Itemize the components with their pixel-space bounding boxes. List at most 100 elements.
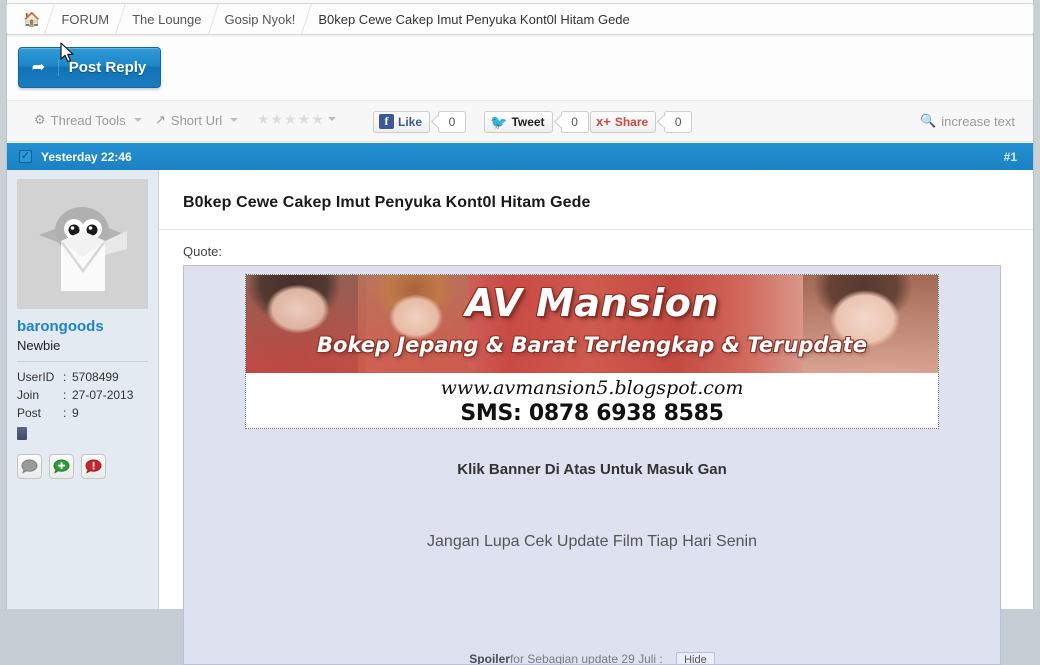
- page-title: B0kep Cewe Cakep Imut Penyuka Kont0l Hit…: [183, 194, 591, 211]
- thread-tools-menu[interactable]: ⚙ Thread Tools: [34, 112, 142, 128]
- twitter-count-bubble: 0: [560, 110, 589, 133]
- twitter-tweet-count: 0: [560, 110, 589, 133]
- post-reply-button[interactable]: ➦ Post Reply: [18, 47, 161, 88]
- stat-value: 27-07-2013: [72, 388, 134, 402]
- user-rank: Newbie: [17, 338, 61, 353]
- rating-star-icon[interactable]: ★: [257, 112, 270, 126]
- stat-value: 5708499: [72, 370, 119, 384]
- user-stats: UserID : 5708499 Join : 27-07-2013 Post …: [17, 368, 148, 422]
- banner-subtitle: Bokep Jepang & Barat Terlengkap & Terupd…: [317, 333, 867, 357]
- breadcrumb-item-gosip-nyok[interactable]: Gosip Nyok!: [215, 4, 306, 34]
- short-url-label: Short Url: [170, 112, 223, 128]
- user-info-panel: barongoods Newbie UserID : 5708499 Join …: [7, 170, 159, 609]
- twitter-tweet-button[interactable]: 🐦 Tweet: [484, 110, 553, 133]
- spoiler-label: Spoiler: [469, 652, 510, 665]
- googleplus-icon: x+: [596, 114, 611, 129]
- thread-action-bar: ➦ Post Reply: [7, 37, 1033, 101]
- rating-star-icon[interactable]: ★: [284, 112, 297, 126]
- av-mansion-banner-link[interactable]: AV Mansion Bokep Jepang & Barat Terlengk…: [245, 274, 939, 429]
- chevron-down-icon: [230, 118, 239, 122]
- rating-star-icon[interactable]: ★: [311, 112, 324, 126]
- divider: [17, 361, 148, 362]
- user-stat-userid: UserID : 5708499: [17, 368, 148, 386]
- breadcrumb-label: The Lounge: [132, 11, 202, 27]
- home-icon: 🏠: [23, 11, 41, 27]
- twitter-tweet-label: Tweet: [511, 114, 545, 129]
- banner-sms: SMS: 0878 6938 8585: [460, 401, 724, 426]
- breadcrumb-label: FORUM: [61, 11, 110, 27]
- chevron-down-icon: [133, 118, 142, 122]
- facebook-like-count: 0: [438, 110, 467, 133]
- banner-url: www.avmansion5.blogspot.com: [440, 377, 744, 399]
- magnifier-icon: 🔍: [920, 113, 937, 128]
- stat-separator: :: [63, 406, 67, 420]
- breadcrumb: 🏠 FORUM The Lounge Gosip Nyok! B0kep Cew…: [6, 3, 1034, 35]
- spoiler-hide-button[interactable]: Hide: [676, 652, 715, 664]
- breadcrumb-label: B0kep Cewe Cakep Imut Penyuka Kont0l Hit…: [318, 11, 630, 27]
- increase-text-label: increase text: [941, 113, 1015, 129]
- add-reputation-icon: [53, 459, 70, 474]
- facebook-like-label: Like: [398, 114, 423, 129]
- report-post-button[interactable]: [81, 454, 106, 479]
- page-root: 🏠 FORUM The Lounge Gosip Nyok! B0kep Cew…: [0, 0, 1040, 665]
- facebook-icon: f: [379, 114, 394, 129]
- chevron-down-icon[interactable]: [327, 117, 336, 121]
- reply-arrow-icon: ➦: [19, 59, 59, 76]
- quote-label: Quote:: [183, 244, 223, 259]
- facebook-like-widget: f Like 0: [373, 110, 467, 133]
- googleplus-share-button[interactable]: x+ Share: [590, 110, 657, 133]
- banner-title: AV Mansion: [465, 281, 719, 325]
- checkbox-checked-icon[interactable]: ✓: [19, 150, 32, 163]
- twitter-bird-icon: 🐦: [490, 113, 508, 130]
- user-offline-status-button[interactable]: [17, 454, 42, 479]
- quote-block: AV Mansion Bokep Jepang & Barat Terlengk…: [183, 265, 1001, 665]
- stat-value: 9: [72, 406, 79, 420]
- thread-tools-bar: ⚙ Thread Tools ↗ Short Url ★ ★ ★ ★ ★ f L…: [7, 101, 1033, 142]
- rating-star-icon[interactable]: ★: [271, 112, 284, 126]
- breadcrumb-item-forum[interactable]: FORUM: [51, 4, 119, 34]
- facebook-count-bubble: 0: [438, 110, 467, 133]
- breadcrumb-item-the-lounge[interactable]: The Lounge: [122, 4, 211, 34]
- post-body: barongoods Newbie UserID : 5708499 Join …: [7, 170, 1033, 665]
- twitter-tweet-widget: 🐦 Tweet 0: [484, 110, 589, 133]
- post-content: B0kep Cewe Cakep Imut Penyuka Kont0l Hit…: [159, 170, 1033, 665]
- post-line-klik-banner: Klik Banner Di Atas Untuk Masuk Gan: [457, 461, 727, 478]
- rating-star-icon[interactable]: ★: [298, 112, 311, 126]
- facebook-like-button[interactable]: f Like: [373, 110, 431, 133]
- post-timestamp: Yesterday 22:46: [41, 149, 132, 164]
- stat-key: Join: [17, 388, 40, 402]
- avatar[interactable]: [17, 179, 148, 309]
- googleplus-share-count: 0: [664, 110, 693, 133]
- external-link-icon: ↗: [155, 112, 166, 127]
- breadcrumb-label: Gosip Nyok!: [224, 11, 296, 27]
- banner-footer: www.avmansion5.blogspot.com SMS: 0878 69…: [246, 373, 938, 428]
- googleplus-count-bubble: 0: [664, 110, 693, 133]
- short-url-menu[interactable]: ↗ Short Url: [155, 112, 239, 128]
- increase-text-button[interactable]: 🔍 increase text: [920, 113, 1015, 129]
- breadcrumb-home[interactable]: 🏠: [15, 4, 48, 34]
- username-link[interactable]: barongoods: [17, 318, 148, 335]
- breadcrumb-item-current-thread: B0kep Cewe Cakep Imut Penyuka Kont0l Hit…: [308, 4, 639, 34]
- stat-key: Post: [17, 406, 42, 420]
- report-post-icon: [85, 459, 102, 474]
- googleplus-share-widget: x+ Share 0: [590, 110, 693, 133]
- post-reply-label: Post Reply: [68, 59, 147, 76]
- stat-separator: :: [63, 370, 67, 384]
- thread-tools-label: Thread Tools: [50, 112, 126, 128]
- thread-rating[interactable]: ★ ★ ★ ★ ★: [257, 112, 336, 126]
- post-header-bar: ✓ Yesterday 22:46 #1: [7, 143, 1033, 170]
- stat-key: UserID: [17, 370, 55, 384]
- gear-icon: ⚙: [34, 112, 46, 127]
- divider: [159, 229, 1033, 230]
- spoiler-row: Spoilerfor Sebagian update 29 Juli : Hid…: [184, 652, 1000, 665]
- post-line-update-info: Jangan Lupa Cek Update Film Tiap Hari Se…: [427, 533, 757, 550]
- user-action-buttons: [17, 454, 148, 479]
- googleplus-share-label: Share: [614, 114, 649, 129]
- stat-separator: :: [63, 388, 67, 402]
- user-stat-join: Join : 27-07-2013: [17, 386, 148, 404]
- user-offline-status-icon: [21, 459, 38, 474]
- bird-envelope-avatar-icon: [17, 179, 148, 309]
- post-number[interactable]: #1: [1004, 150, 1017, 164]
- user-stat-post: Post : 9: [17, 404, 148, 422]
- add-reputation-button[interactable]: [49, 454, 74, 479]
